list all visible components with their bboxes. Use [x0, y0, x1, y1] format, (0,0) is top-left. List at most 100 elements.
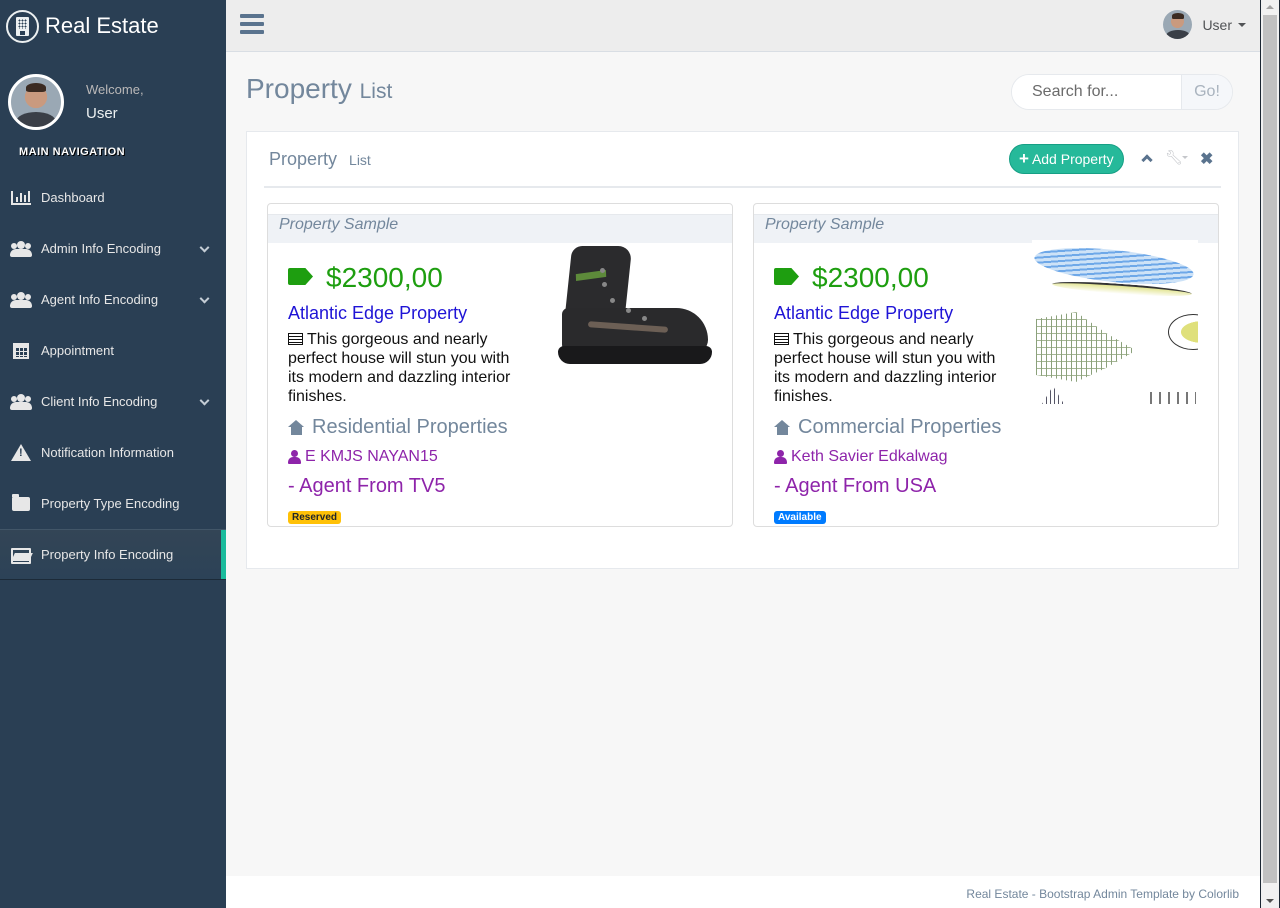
- property-category: Residential Properties: [288, 416, 508, 439]
- property-name-link[interactable]: Atlantic Edge Property: [774, 303, 1014, 324]
- page-scrollbar[interactable]: [1260, 0, 1280, 908]
- user-icon: [774, 450, 787, 464]
- sidebar-item-label: Agent Info Encoding: [41, 292, 159, 307]
- property-name-link[interactable]: Atlantic Edge Property: [288, 303, 528, 324]
- sidebar: Real Estate Welcome, User MAIN NAVIGATIO…: [0, 0, 226, 908]
- wrench-icon[interactable]: 🔧︎: [1165, 149, 1183, 166]
- price-value: $2300,00: [326, 262, 443, 293]
- sidebar-item-admin-info-encoding[interactable]: Admin Info Encoding: [0, 223, 226, 274]
- description-text: This gorgeous and nearly perfect house w…: [774, 331, 997, 405]
- sidebar-item-label: Property Type Encoding: [41, 496, 180, 511]
- property-card: Property Sample $2300,00 Atlantic Edge P…: [753, 203, 1219, 527]
- description-text: This gorgeous and nearly perfect house w…: [288, 331, 511, 405]
- property-description: This gorgeous and nearly perfect house w…: [288, 330, 528, 406]
- close-icon[interactable]: ✖: [1200, 149, 1213, 169]
- sidebar-item-appointment[interactable]: Appointment: [0, 325, 226, 376]
- price: $2300,00: [288, 262, 528, 294]
- category-text: Commercial Properties: [798, 416, 1002, 438]
- users-icon: [10, 291, 32, 308]
- search-input[interactable]: [1012, 75, 1181, 109]
- nav-section-title: MAIN NAVIGATION: [19, 146, 126, 158]
- tags-icon: [774, 267, 804, 289]
- property-list-panel: Property List + Add Property 🔧︎ ✖ Propert…: [246, 131, 1239, 569]
- avatar: [8, 74, 64, 130]
- brand-title: Real Estate: [45, 13, 159, 38]
- footer-text: Real Estate - Bootstrap Admin Template b…: [966, 887, 1239, 901]
- property-card: Property Sample $2300,00 Atlantic Edge P…: [267, 203, 733, 527]
- menu-toggle-button[interactable]: [240, 14, 264, 34]
- warning-icon: [10, 444, 32, 461]
- user-avatar: [1163, 10, 1193, 39]
- bar-chart-icon: [10, 190, 32, 206]
- user-menu-dropdown[interactable]: User: [1163, 10, 1246, 39]
- search-go-button[interactable]: Go!: [1181, 75, 1232, 109]
- collapse-chevron-up-icon[interactable]: [1141, 154, 1153, 166]
- chevron-down-icon: [199, 293, 210, 304]
- panel-title-main: Property: [269, 149, 338, 169]
- user-menu-label: User: [1202, 16, 1232, 33]
- sidebar-item-label: Admin Info Encoding: [41, 241, 161, 256]
- footer: Real Estate - Bootstrap Admin Template b…: [226, 876, 1260, 908]
- add-property-button[interactable]: + Add Property: [1009, 144, 1124, 174]
- main-navigation: Dashboard Admin Info Encoding Agent Info…: [0, 172, 226, 580]
- brand[interactable]: Real Estate: [0, 0, 226, 52]
- sidebar-item-dashboard[interactable]: Dashboard: [0, 172, 226, 223]
- scroll-thumb[interactable]: [1263, 15, 1277, 883]
- sidebar-item-property-type-encoding[interactable]: Property Type Encoding: [0, 478, 226, 529]
- agent-name-text: E KMJS NAYAN15: [305, 448, 438, 465]
- panel-divider: [264, 186, 1221, 188]
- sidebar-item-notification-information[interactable]: Notification Information: [0, 427, 226, 478]
- welcome-text: Welcome,: [86, 82, 144, 97]
- property-image-map: [1032, 240, 1198, 410]
- home-icon: [288, 420, 305, 435]
- agent-name: E KMJS NAYAN15: [288, 448, 438, 466]
- agent-name: Keth Savier Edkalwag: [774, 448, 948, 466]
- page-title-sub: List: [359, 80, 393, 103]
- sidebar-item-label: Property Info Encoding: [41, 547, 174, 562]
- calendar-icon: [10, 342, 32, 359]
- price-value: $2300,00: [812, 262, 929, 293]
- folder-open-icon: [10, 547, 32, 564]
- profile: Welcome, User: [0, 52, 226, 152]
- panel-title: Property List: [269, 149, 371, 170]
- sidebar-item-label: Dashboard: [41, 190, 105, 205]
- card-header: Property Sample: [754, 214, 1218, 243]
- scroll-down-arrow[interactable]: [1266, 899, 1274, 903]
- plus-icon: +: [1019, 149, 1029, 168]
- chevron-down-icon: [199, 242, 210, 253]
- list-alt-icon: [774, 333, 789, 345]
- user-icon: [288, 450, 301, 464]
- add-property-label: Add Property: [1031, 151, 1114, 167]
- price: $2300,00: [774, 262, 1014, 294]
- card-header: Property Sample: [268, 214, 732, 243]
- sidebar-item-property-info-encoding[interactable]: Property Info Encoding: [0, 529, 226, 580]
- sidebar-item-label: Appointment: [41, 343, 114, 358]
- property-description: This gorgeous and nearly perfect house w…: [774, 330, 1014, 406]
- search-group: Go!: [1011, 74, 1233, 110]
- profile-username: User: [86, 105, 118, 122]
- sidebar-item-agent-info-encoding[interactable]: Agent Info Encoding: [0, 274, 226, 325]
- panel-title-sub: List: [349, 152, 371, 168]
- agent-from: - Agent From USA: [774, 475, 937, 497]
- sidebar-item-label: Notification Information: [41, 445, 174, 460]
- users-icon: [10, 240, 32, 257]
- building-icon: [6, 9, 39, 43]
- status-badge: Reserved: [288, 511, 342, 524]
- folder-icon: [10, 493, 32, 512]
- page-title: Property List: [246, 73, 392, 105]
- chevron-down-icon: [199, 395, 210, 406]
- scroll-up-arrow[interactable]: [1266, 5, 1274, 9]
- caret-down-icon[interactable]: [1182, 156, 1188, 159]
- property-image-boot: [548, 246, 712, 370]
- list-alt-icon: [288, 333, 303, 345]
- top-navbar: User: [226, 0, 1260, 52]
- agent-name-text: Keth Savier Edkalwag: [791, 448, 948, 465]
- property-category: Commercial Properties: [774, 416, 1001, 439]
- agent-from: - Agent From TV5: [288, 475, 446, 497]
- sidebar-item-client-info-encoding[interactable]: Client Info Encoding: [0, 376, 226, 427]
- sidebar-item-label: Client Info Encoding: [41, 394, 158, 409]
- users-icon: [10, 393, 32, 410]
- tags-icon: [288, 267, 318, 289]
- home-icon: [774, 420, 791, 435]
- status-badge: Available: [774, 511, 826, 524]
